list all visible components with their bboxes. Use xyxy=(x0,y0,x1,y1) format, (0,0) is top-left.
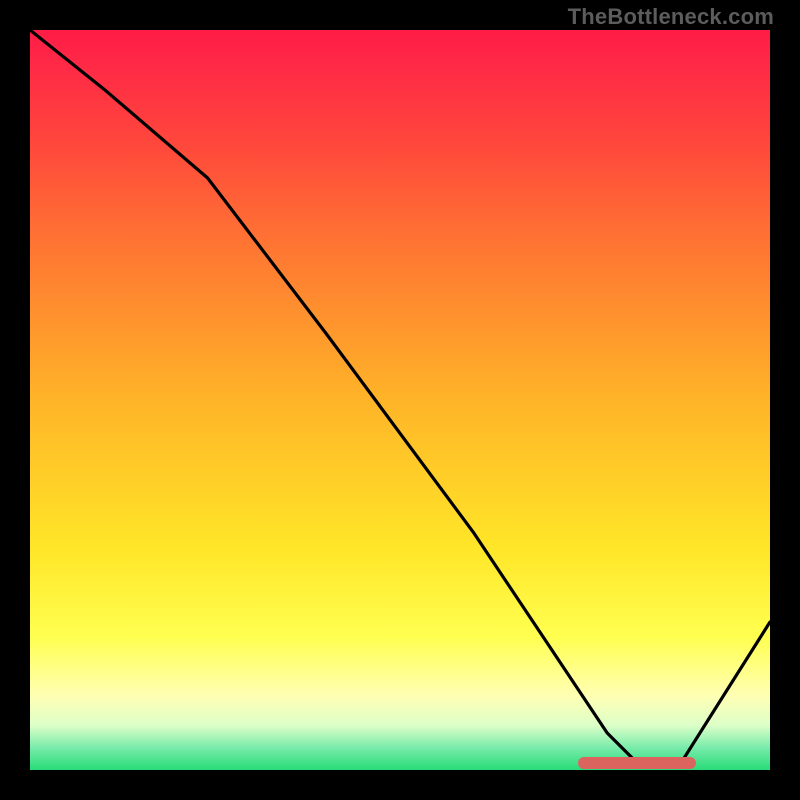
chart-frame: TheBottleneck.com xyxy=(0,0,800,800)
watermark-text: TheBottleneck.com xyxy=(568,4,774,30)
plot-area xyxy=(30,30,770,770)
curve-line xyxy=(30,30,770,770)
optimal-range-marker xyxy=(578,757,696,769)
